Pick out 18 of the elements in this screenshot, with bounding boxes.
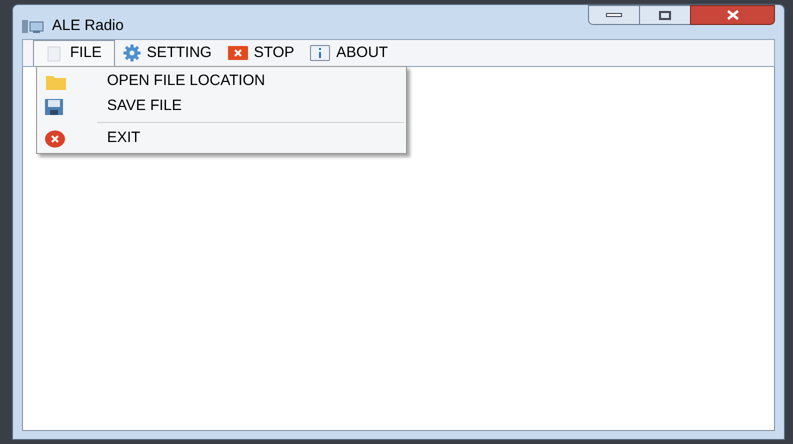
- dropdown-item[interactable]: EXIT: [37, 126, 406, 151]
- settings-icon: [122, 44, 141, 62]
- menu-item[interactable]: STOP: [220, 40, 302, 66]
- stop-icon: [228, 45, 248, 61]
- close-button[interactable]: [690, 5, 775, 25]
- close-icon: [726, 10, 740, 20]
- menu-item[interactable]: FILE: [33, 40, 115, 66]
- window-title: ALE Radio: [52, 16, 124, 36]
- computer-icon: [22, 18, 44, 34]
- menu-item[interactable]: ABOUT: [302, 40, 396, 66]
- document-icon: [46, 46, 62, 62]
- dropdown-item[interactable]: OPEN FILE LOCATION: [37, 69, 406, 94]
- maximize-button[interactable]: [640, 5, 690, 25]
- close-icon: [45, 130, 65, 148]
- menu-item[interactable]: SETTING: [114, 40, 220, 66]
- info-icon: [310, 45, 330, 61]
- dropdown-item[interactable]: SAVE FILE: [37, 94, 406, 119]
- minimize-button[interactable]: [588, 5, 640, 25]
